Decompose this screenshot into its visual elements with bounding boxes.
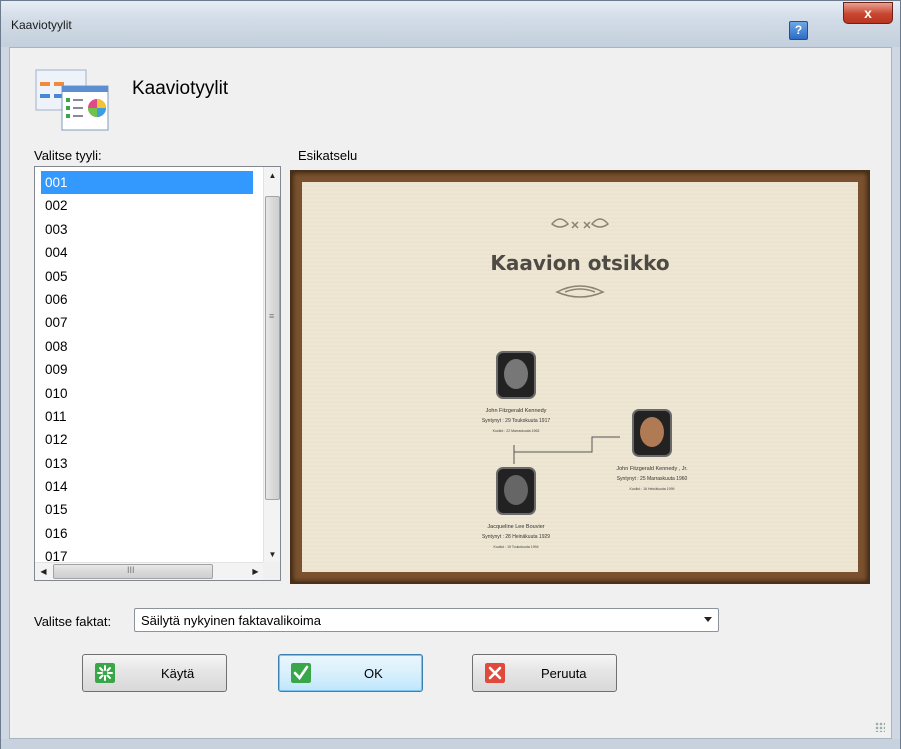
list-item[interactable]: 012	[41, 428, 253, 451]
list-item[interactable]: 015	[41, 498, 253, 521]
facts-dropdown-value: Säilytä nykyinen faktavalikoima	[141, 613, 321, 628]
chart-title: Kaavion otsikko	[490, 251, 669, 275]
list-item[interactable]: 006	[41, 288, 253, 311]
cancel-button[interactable]: Peruuta	[472, 654, 617, 692]
facts-dropdown[interactable]: Säilytä nykyinen faktavalikoima	[134, 608, 719, 632]
chevron-down-icon[interactable]	[704, 617, 712, 622]
list-item[interactable]: 014	[41, 475, 253, 498]
ok-button[interactable]: OK	[278, 654, 423, 692]
list-item[interactable]: 016	[41, 522, 253, 545]
bottom-ornament-icon	[555, 285, 605, 298]
resize-grip-icon[interactable]	[875, 722, 885, 732]
portrait-icon	[640, 417, 664, 447]
list-item[interactable]: 001	[41, 171, 253, 195]
portrait-icon	[504, 359, 528, 389]
scrollbar-grip-icon: ≡	[269, 311, 275, 321]
scroll-up-icon[interactable]: ▲	[264, 167, 280, 184]
person-died: Kuollut : 22 Marraskuuta 1963	[493, 429, 540, 433]
person-died: Kuollut : 16 Heinäkuuta 1999	[630, 487, 675, 491]
apply-icon	[95, 663, 115, 683]
horizontal-scrollbar[interactable]: ◀ III ▶	[35, 562, 264, 580]
scrollbar-thumb[interactable]	[265, 196, 280, 500]
close-button[interactable]: x	[843, 2, 893, 24]
list-item[interactable]: 002	[41, 194, 253, 217]
person-name: John Fitzgerald Kennedy	[486, 408, 547, 414]
cancel-icon	[485, 663, 505, 683]
list-item[interactable]: 005	[41, 265, 253, 288]
top-ornament-icon	[550, 218, 610, 229]
list-item[interactable]: 013	[41, 452, 253, 475]
list-item[interactable]: 010	[41, 382, 253, 405]
facts-label: Valitse faktat:	[34, 614, 112, 629]
list-item[interactable]: 009	[41, 358, 253, 381]
person-card-1: John Fitzgerald Kennedy Syntynyt : 29 To…	[482, 351, 551, 433]
preview-chart: Kaavion otsikko John Fitzgerald Kennedy …	[482, 218, 688, 549]
preview-label: Esikatselu	[298, 148, 358, 163]
scroll-down-icon[interactable]: ▼	[264, 546, 280, 563]
person-name: John Fitzgerald Kennedy , Jr.	[616, 466, 688, 472]
title-bar[interactable]: Kaaviotyylit ? x	[1, 1, 900, 47]
style-listbox[interactable]: 001 002 003 004 005 006 007 008 009 010 011 012 013 0…	[34, 166, 281, 581]
list-item[interactable]: 003	[41, 218, 253, 241]
window-title: Kaaviotyylit	[11, 18, 72, 32]
list-item[interactable]: 007	[41, 311, 253, 334]
apply-button[interactable]: Käytä	[82, 654, 227, 692]
preview-parchment: Kaavion otsikko John Fitzgerald Kennedy …	[302, 182, 858, 572]
person-born: Syntynyt : 25 Marraskuuta 1960	[617, 476, 688, 482]
dialog-window: Kaaviotyylit ? x Kaaviotyylit Valitse ty…	[0, 0, 901, 749]
list-item[interactable]: 008	[41, 335, 253, 358]
person-name: Jacqueline Lee Bouvier	[487, 524, 544, 530]
scroll-right-icon[interactable]: ▶	[247, 563, 264, 580]
preview-pane: Kaavion otsikko John Fitzgerald Kennedy …	[290, 170, 870, 584]
apply-button-label: Käytä	[161, 666, 195, 681]
style-list-items: 001 002 003 004 005 006 007 008 009 010 011 012 013 0…	[41, 171, 253, 569]
person-card-3: Jacqueline Lee Bouvier Syntynyt : 28 Hei…	[482, 467, 550, 549]
person-card-2: John Fitzgerald Kennedy , Jr. Syntynyt :…	[616, 409, 688, 491]
person-born: Syntynyt : 28 Heinäkuuta 1929	[482, 534, 550, 540]
portrait-icon	[504, 475, 528, 505]
help-button[interactable]: ?	[789, 21, 808, 40]
list-item[interactable]: 004	[41, 241, 253, 264]
connector-lines	[513, 436, 620, 464]
scroll-corner	[263, 562, 280, 580]
window-bottom-border	[1, 739, 900, 749]
h-scrollbar-grip-icon: III	[127, 565, 135, 575]
person-died: Kuollut : 19 Toukokuuta 1994	[493, 545, 538, 549]
checkmark-icon	[291, 663, 311, 683]
style-list-label: Valitse tyyli:	[34, 148, 102, 163]
ok-button-label: OK	[364, 666, 383, 681]
person-born: Syntynyt : 29 Toukokuuta 1917	[482, 418, 551, 424]
list-item[interactable]: 011	[41, 405, 253, 428]
cancel-button-label: Peruuta	[541, 666, 587, 681]
page-title: Kaaviotyylit	[132, 78, 229, 99]
chart-styles-icon	[35, 69, 109, 131]
dialog-client-area: Kaaviotyylit Valitse tyyli: Esikatselu 0…	[9, 47, 892, 739]
vertical-scrollbar[interactable]: ▲ ≡ ▼	[263, 167, 280, 563]
scroll-left-icon[interactable]: ◀	[35, 563, 52, 580]
